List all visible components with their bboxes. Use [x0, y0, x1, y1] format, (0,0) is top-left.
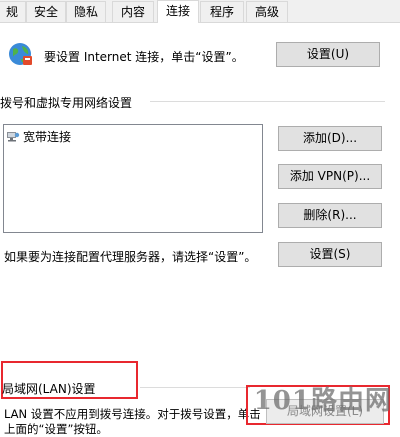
add-vpn-button[interactable]: 添加 VPN(P)... [278, 164, 382, 189]
section-divider [150, 101, 385, 102]
add-button[interactable]: 添加(D)... [278, 126, 382, 151]
lan-section-title: 局域网(LAN)设置 [2, 382, 96, 396]
tab-privacy[interactable]: 隐私 [66, 1, 106, 22]
list-item[interactable]: 宽带连接 [6, 128, 71, 144]
site-watermark: 101路由网 [253, 386, 392, 416]
lan-description-line1: LAN 设置不应用到拨号连接。对于拨号设置，单击 [4, 407, 261, 421]
lan-description-line2: 上面的“设置”按钮。 [4, 422, 108, 436]
list-item-label: 宽带连接 [23, 129, 72, 144]
delete-button[interactable]: 删除(R)... [278, 203, 382, 228]
dialup-section-title: 拨号和虚拟专用网络设置 [0, 96, 133, 110]
globe-icon [7, 40, 35, 68]
internet-setup-text: 要设置 Internet 连接，单击“设置”。 [44, 50, 244, 64]
network-connection-icon [6, 129, 20, 143]
tab-content[interactable]: 内容 [112, 1, 154, 22]
internet-setup-button[interactable]: 设置(U) [276, 42, 380, 67]
section-divider [140, 387, 250, 388]
tab-strip: 规 安全 隐私 内容 连接 程序 高级 [0, 0, 400, 23]
tab-security[interactable]: 安全 [26, 1, 66, 22]
tab-programs[interactable]: 程序 [200, 1, 244, 22]
connection-settings-button[interactable]: 设置(S) [278, 242, 382, 267]
tab-connections[interactable]: 连接 [157, 0, 199, 23]
connection-list[interactable]: 宽带连接 [3, 124, 263, 233]
proxy-hint-text: 如果要为连接配置代理服务器，请选择“设置”。 [4, 250, 257, 264]
tab-general[interactable]: 规 [0, 1, 26, 22]
tab-advanced[interactable]: 高级 [246, 1, 288, 22]
